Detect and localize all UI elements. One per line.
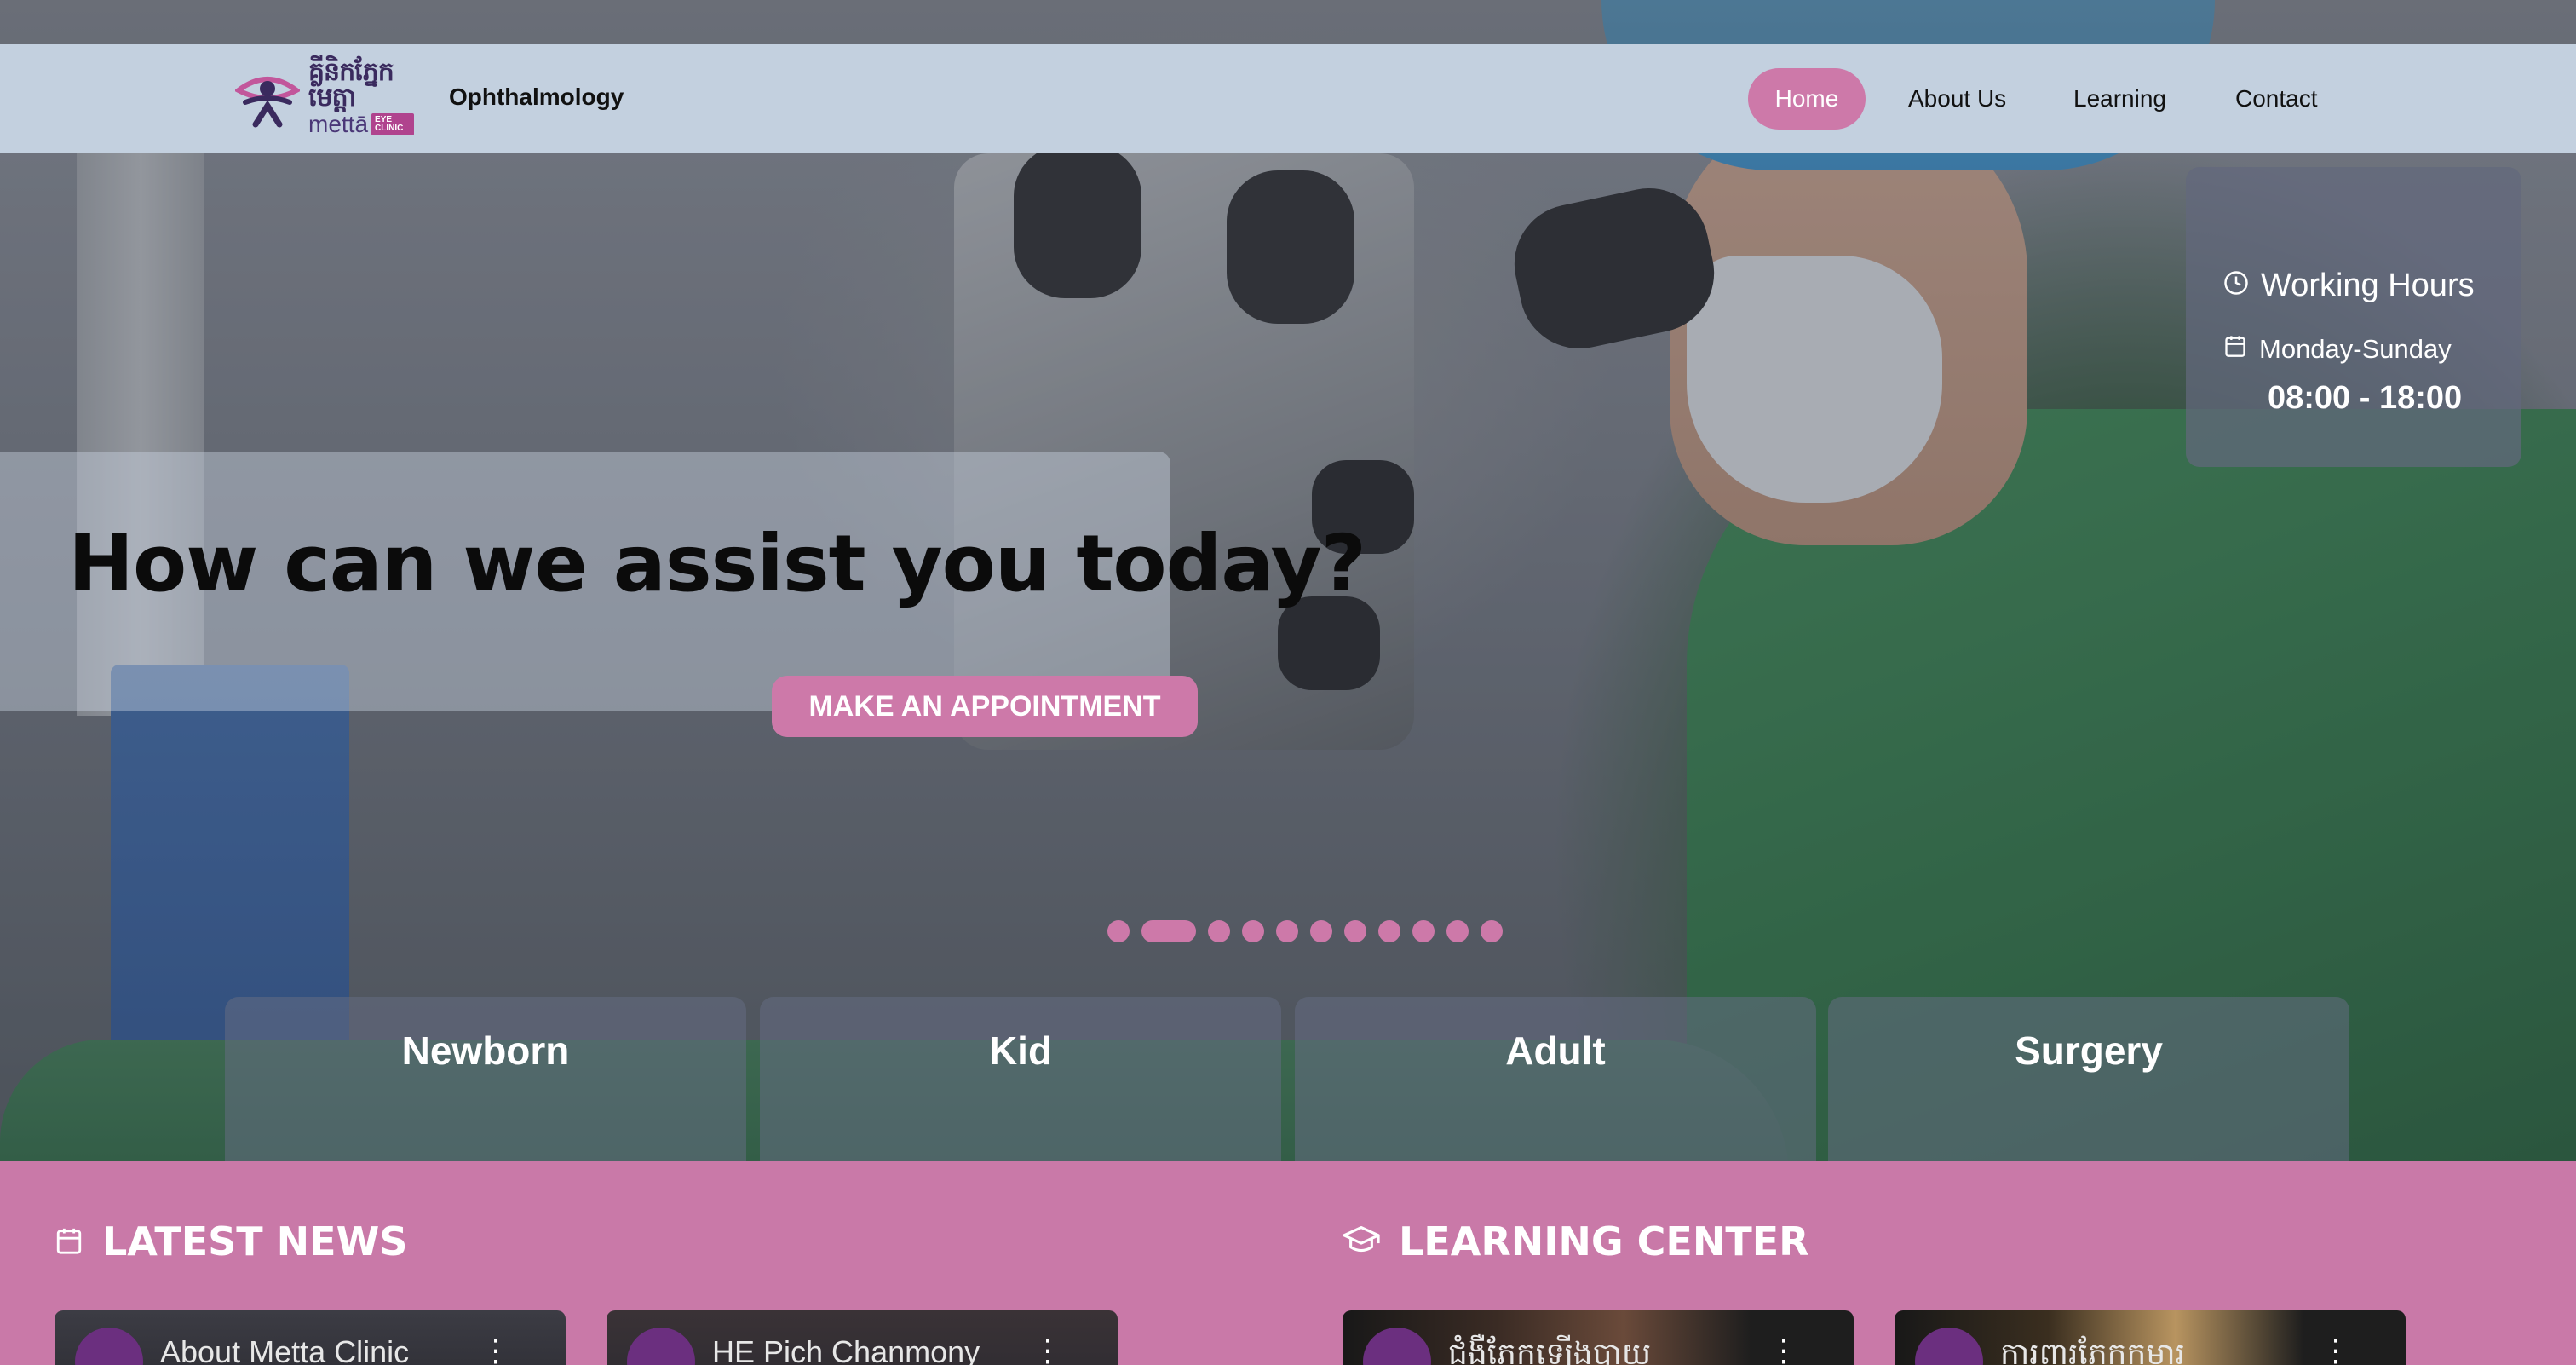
- carousel-dot[interactable]: [1481, 920, 1503, 942]
- latest-news-title-row: LATEST NEWS: [55, 1218, 407, 1264]
- make-appointment-button[interactable]: MAKE AN APPOINTMENT: [772, 676, 1198, 737]
- top-strip: [0, 0, 2576, 44]
- working-days: Monday-Sunday: [2259, 334, 2452, 364]
- news-learning-section: LATEST NEWS LEARNING CENTER About Metta …: [0, 1161, 2576, 1365]
- channel-avatar: [627, 1328, 695, 1365]
- channel-avatar: [1915, 1328, 1983, 1365]
- logo-khmer-text: គ្លីនិកភ្នែក មេត្តា: [308, 58, 394, 112]
- carousel-dot[interactable]: [1107, 920, 1130, 942]
- carousel-dot[interactable]: [1208, 920, 1230, 942]
- category-newborn[interactable]: Newborn: [225, 997, 746, 1161]
- carousel-dot[interactable]: [1310, 920, 1332, 942]
- video-title: ការពារភ្នែកកុមារ: [2000, 1336, 2186, 1365]
- nav-about-us[interactable]: About Us: [1883, 68, 2032, 130]
- carousel-dot[interactable]: [1446, 920, 1469, 942]
- category-adult[interactable]: Adult: [1295, 997, 1816, 1161]
- carousel-dot[interactable]: [1378, 920, 1400, 942]
- learning-video-card[interactable]: ការពារភ្នែកកុមារ ⋮: [1895, 1310, 2406, 1365]
- metta-eye-icon: [233, 68, 302, 128]
- carousel-dot[interactable]: [1412, 920, 1435, 942]
- logo-latin-row: mettā EYE CLINIC: [308, 112, 414, 136]
- learning-video-card[interactable]: ជំងឺភ្នែកឡើងបាយ ⋮: [1343, 1310, 1854, 1365]
- nav-learning[interactable]: Learning: [2048, 68, 2192, 130]
- site-logo[interactable]: គ្លីនិកភ្នែក មេត្តា mettā EYE CLINIC: [233, 60, 414, 136]
- more-vertical-icon[interactable]: ⋮: [1032, 1333, 1063, 1365]
- carousel-dot[interactable]: [1276, 920, 1298, 942]
- news-video-card[interactable]: About Metta Clinic ⋮: [55, 1310, 566, 1365]
- hero-heading: How can we assist you today?: [68, 518, 1366, 609]
- carousel-dot[interactable]: [1344, 920, 1366, 942]
- channel-avatar: [75, 1328, 143, 1365]
- carousel-dot[interactable]: [1242, 920, 1264, 942]
- working-hours-title: Working Hours: [2261, 268, 2475, 303]
- more-vertical-icon[interactable]: ⋮: [1768, 1333, 1799, 1365]
- logo-text: គ្លីនិកភ្នែក មេត្តា mettā EYE CLINIC: [308, 60, 414, 136]
- video-title: About Metta Clinic: [160, 1334, 410, 1365]
- working-hours-title-row: Working Hours: [2223, 268, 2475, 304]
- category-tabs: Newborn Kid Adult Surgery: [225, 997, 2349, 1161]
- logo-latin-text: mettā: [308, 111, 369, 137]
- learning-center-title-row: LEARNING CENTER: [1343, 1218, 1809, 1264]
- news-video-card[interactable]: HE Pich Chanmony ⋮: [607, 1310, 1118, 1365]
- carousel-dot[interactable]: [1141, 920, 1196, 942]
- channel-avatar: [1363, 1328, 1431, 1365]
- category-surgery[interactable]: Surgery: [1828, 997, 2349, 1161]
- video-title: HE Pich Chanmony: [712, 1334, 980, 1365]
- clock-icon: [2223, 268, 2249, 304]
- graduation-cap-icon: [1343, 1218, 1380, 1264]
- working-hours-card: Working Hours Monday-Sunday 08:00 - 18:0…: [2186, 167, 2521, 467]
- nav-contact[interactable]: Contact: [2210, 68, 2343, 130]
- more-vertical-icon[interactable]: ⋮: [480, 1333, 511, 1365]
- latest-news-title: LATEST NEWS: [102, 1218, 408, 1264]
- working-time: 08:00 - 18:00: [2268, 380, 2463, 416]
- working-days-row: Monday-Sunday: [2223, 334, 2452, 365]
- more-vertical-icon[interactable]: ⋮: [2320, 1333, 2351, 1365]
- calendar-icon: [2223, 334, 2247, 365]
- carousel-pagination: [1107, 920, 1503, 942]
- category-kid[interactable]: Kid: [760, 997, 1281, 1161]
- video-title: ជំងឺភ្នែកឡើងបាយ: [1448, 1336, 1652, 1365]
- brand-name: Ophthalmology: [449, 84, 624, 110]
- logo-badge: EYE CLINIC: [371, 113, 414, 135]
- learning-center-title: LEARNING CENTER: [1399, 1218, 1809, 1264]
- nav-home[interactable]: Home: [1748, 68, 1866, 130]
- calendar-icon: [55, 1218, 83, 1264]
